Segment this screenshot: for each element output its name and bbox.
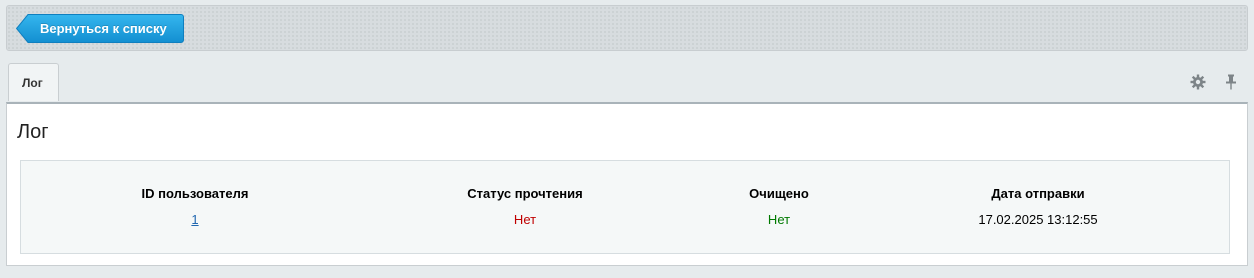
page-title: Лог: [17, 121, 49, 143]
user-id-link[interactable]: 1: [191, 212, 198, 227]
tabs-bar: Лог: [6, 62, 1248, 102]
column-header-sent-date: Дата отправки: [991, 186, 1085, 201]
back-button-label: Вернуться к списку: [40, 21, 167, 36]
tab-log-label: Лог: [22, 76, 43, 90]
read-status-value: Нет: [513, 212, 537, 227]
column-header-read-status: Статус прочтения: [467, 186, 583, 201]
pin-icon[interactable]: [1224, 74, 1238, 95]
tab-log[interactable]: Лог: [8, 63, 59, 101]
back-to-list-button[interactable]: Вернуться к списку: [16, 14, 184, 43]
sent-date-value: 17.02.2025 13:12:55: [978, 212, 1098, 227]
log-table: ID пользователя Статус прочтения Очищено…: [20, 160, 1230, 254]
top-toolbar: Вернуться к списку: [6, 5, 1248, 51]
log-panel: Лог ID пользователя Статус прочтения Очи…: [6, 102, 1248, 266]
gear-icon[interactable]: [1190, 74, 1206, 95]
column-header-cleared: Очищено: [749, 186, 809, 201]
cleared-value: Нет: [767, 212, 791, 227]
column-header-user-id: ID пользователя: [141, 186, 249, 201]
